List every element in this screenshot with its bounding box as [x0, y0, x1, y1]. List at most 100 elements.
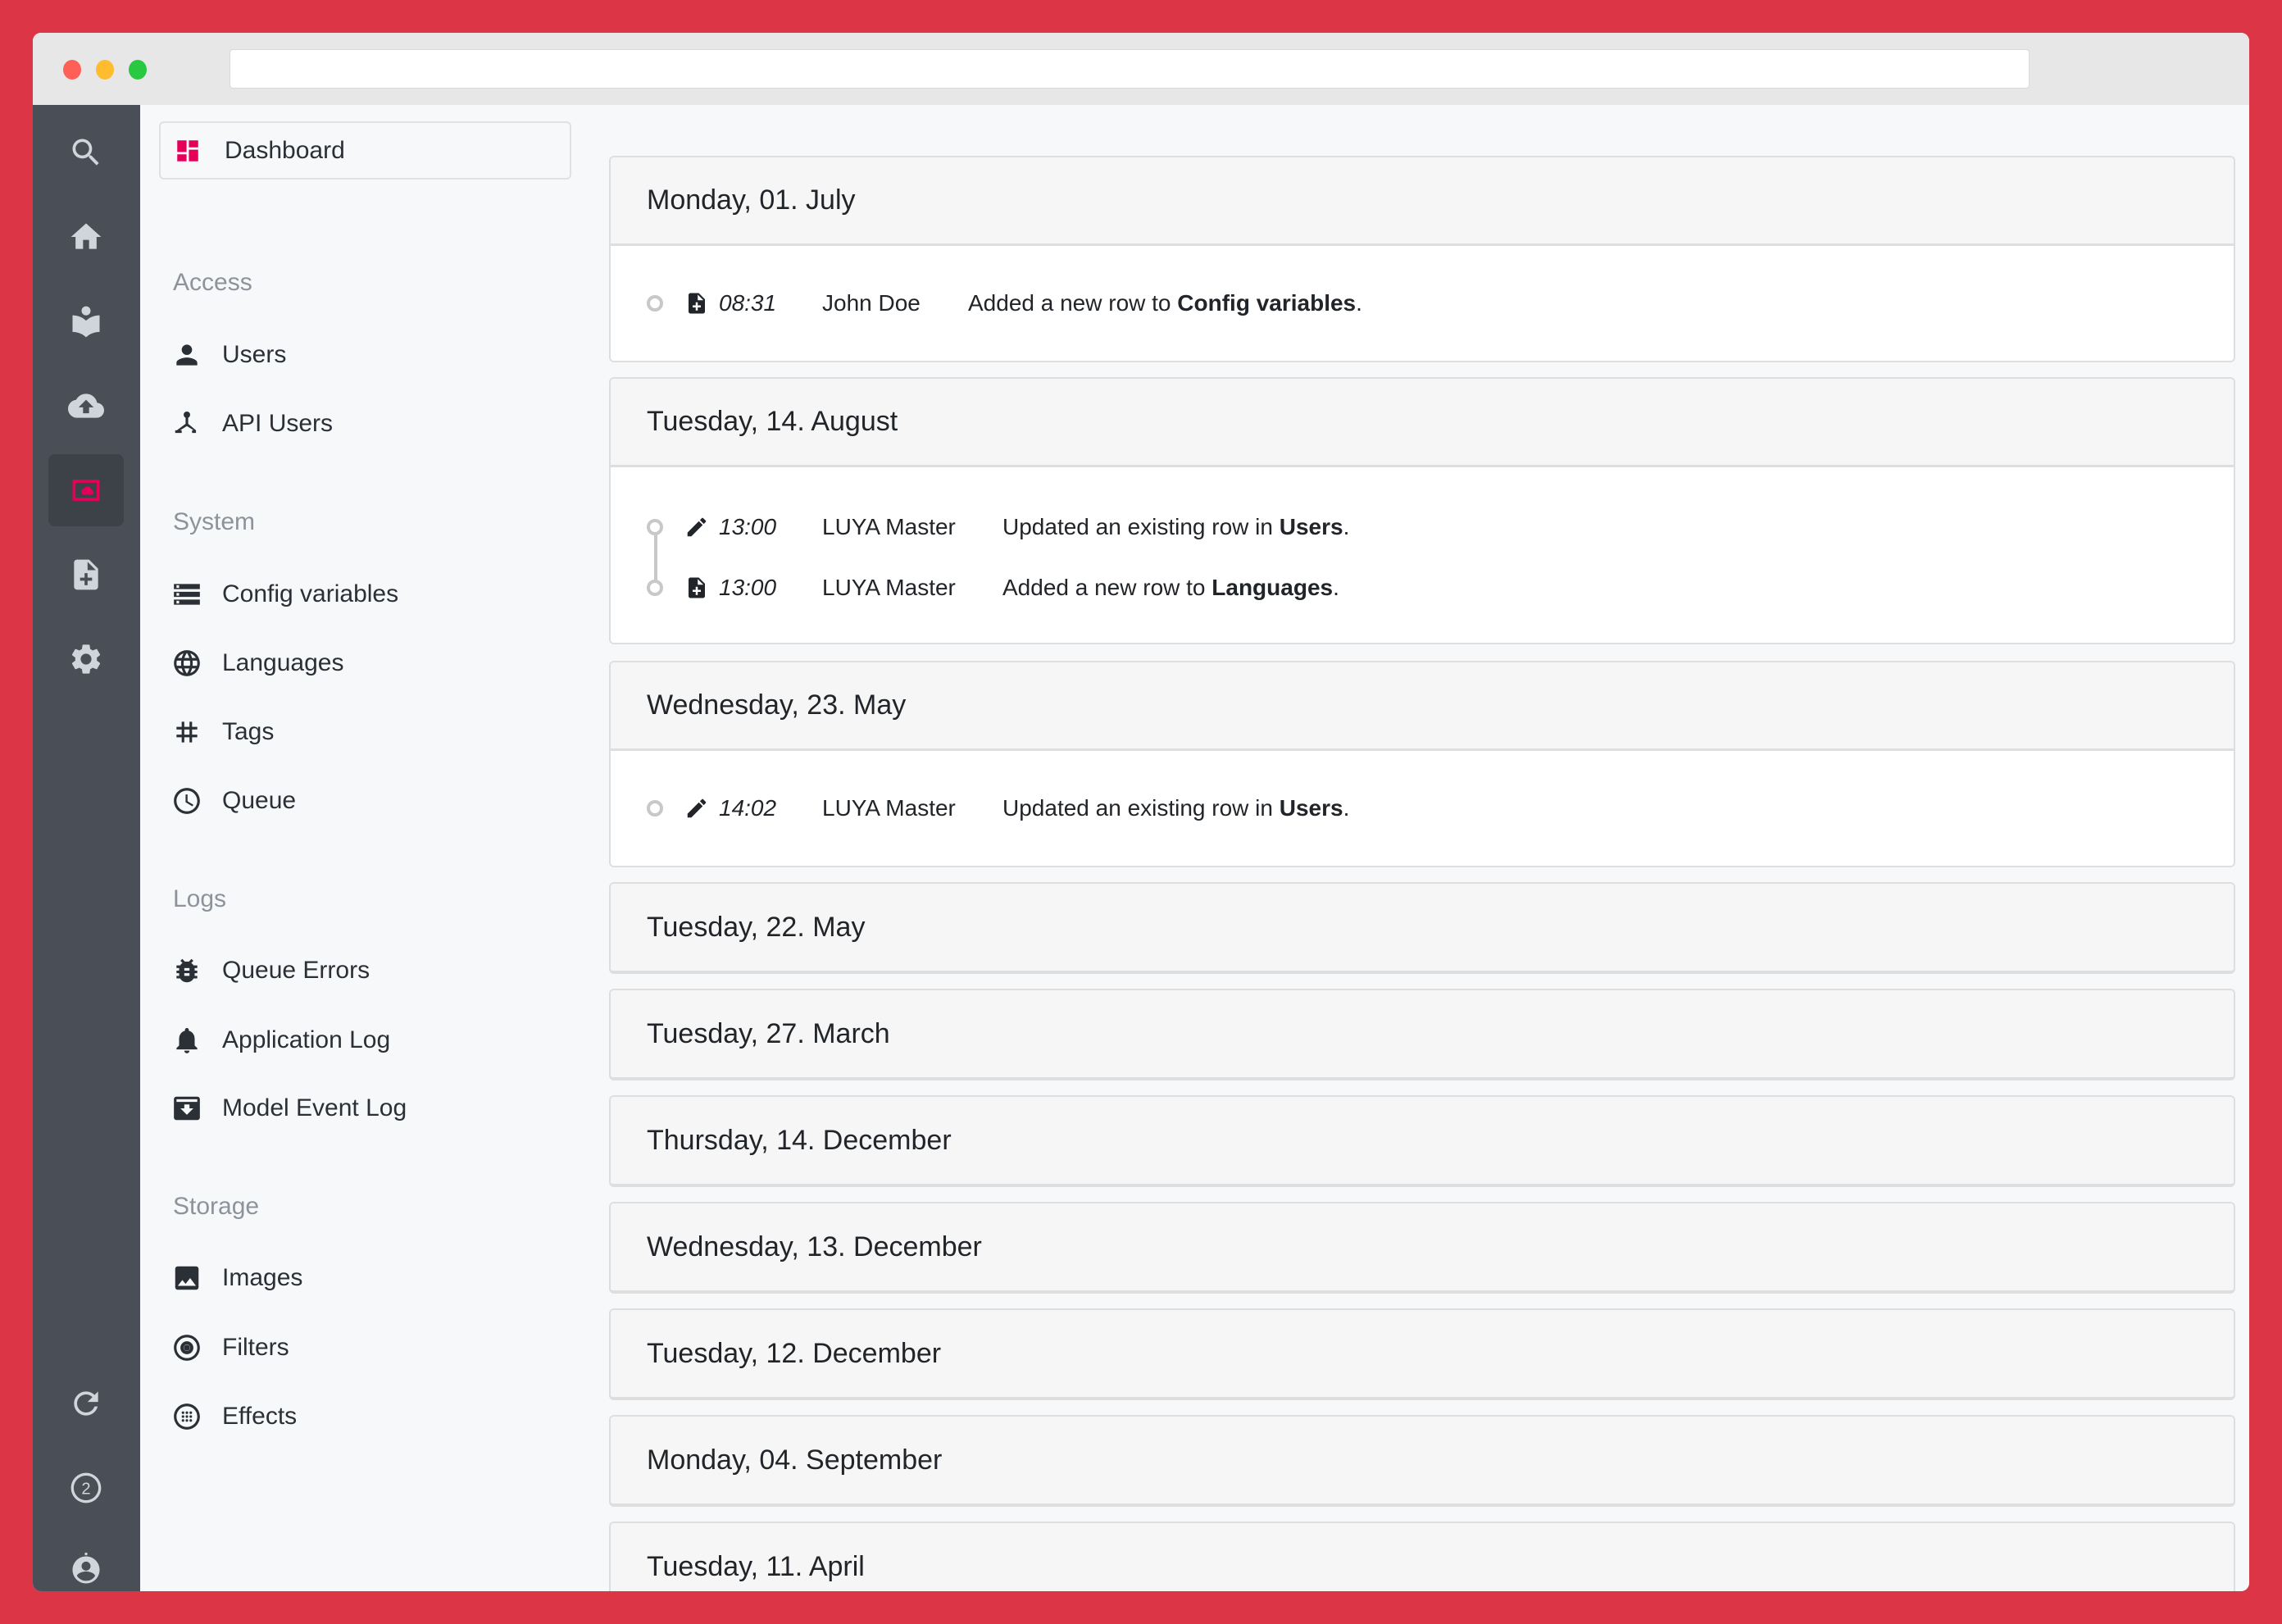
day-title: Tuesday, 14. August [647, 406, 898, 438]
timeline-day-card-collapsed[interactable]: Tuesday, 22. May [609, 882, 2235, 974]
day-header[interactable]: Wednesday, 13. December [611, 1203, 2234, 1290]
list-item: 14:02 LUYA Master Updated an existing ro… [647, 788, 1349, 829]
svg-text:2: 2 [81, 1481, 90, 1499]
entry-action: Updated an existing row in [1002, 514, 1273, 539]
rail-settings[interactable] [48, 623, 124, 695]
entry-action: Added a new row to [1002, 575, 1206, 600]
edit-icon [684, 515, 709, 539]
rail-reader[interactable] [48, 285, 124, 357]
rail-upload[interactable] [48, 370, 124, 442]
sidebar-item-api-users[interactable]: API Users [171, 399, 333, 448]
sidebar-item-tags[interactable]: Tags [171, 707, 274, 757]
module-sidebar: Dashboard Access Users API Users System … [140, 105, 616, 1591]
sidebar-item-label: Application Log [222, 1026, 390, 1054]
sidebar-item-queue[interactable]: Queue [171, 776, 296, 826]
timeline-day-card: Wednesday, 23. May 14:02 LUYA Master Upd… [609, 661, 2235, 867]
timeline-day-card-collapsed[interactable]: Tuesday, 12. December [609, 1308, 2235, 1400]
timeline-day-card-collapsed[interactable]: Thursday, 14. December [609, 1095, 2235, 1187]
rail-home[interactable] [48, 201, 124, 273]
sidebar-item-model-event-log[interactable]: Model Event Log [171, 1084, 407, 1133]
sidebar-item-label: Tags [222, 718, 274, 746]
sidebar-item-label: Languages [222, 649, 343, 677]
timeline-day-card-collapsed[interactable]: Wednesday, 13. December [609, 1202, 2235, 1294]
day-title: Monday, 04. September [647, 1444, 942, 1476]
day-header[interactable]: Tuesday, 27. March [611, 990, 2234, 1077]
day-header[interactable]: Monday, 04. September [611, 1417, 2234, 1503]
sidebar-item-label: Queue [222, 787, 296, 815]
globe-icon [171, 648, 202, 679]
refresh-icon [68, 1385, 104, 1422]
day-title: Monday, 01. July [647, 184, 856, 216]
sidebar-item-label: Model Event Log [222, 1094, 407, 1122]
day-title: Tuesday, 27. March [647, 1018, 890, 1050]
sidebar-item-application-log[interactable]: Application Log [171, 1016, 390, 1065]
dashboard-button[interactable]: Dashboard [159, 121, 571, 180]
sidebar-item-label: Config variables [222, 580, 398, 608]
minimize-window-button[interactable] [96, 60, 114, 80]
bug-icon [171, 955, 202, 986]
sidebar-item-label: API Users [222, 410, 333, 438]
radio-icon [171, 1332, 202, 1363]
sidebar-item-effects[interactable]: Effects [171, 1392, 297, 1441]
day-entries: 13:00 LUYA Master Updated an existing ro… [611, 467, 2234, 643]
timeline-day-card-collapsed[interactable]: Tuesday, 27. March [609, 989, 2235, 1080]
dashboard-icon [174, 137, 202, 165]
section-heading-logs: Logs [173, 885, 226, 913]
rail-account[interactable] [48, 1534, 124, 1591]
sidebar-item-label: Queue Errors [222, 957, 370, 985]
note-add-icon [684, 575, 709, 600]
entry-message: Updated an existing row in Users. [1002, 795, 1349, 821]
rail-storage-active[interactable] [48, 454, 124, 526]
edit-icon [684, 796, 709, 821]
day-header[interactable]: Monday, 01. July [611, 157, 2234, 246]
maximize-window-button[interactable] [129, 60, 147, 80]
entry-time: 08:31 [719, 290, 822, 316]
dashboard-label: Dashboard [225, 137, 345, 165]
user-icon [171, 339, 202, 371]
rail-refresh[interactable] [48, 1367, 124, 1440]
day-entries: 08:31 John Doe Added a new row to Config… [611, 246, 2234, 361]
rail-search[interactable] [48, 116, 124, 189]
day-title: Wednesday, 23. May [647, 689, 906, 721]
notifications-count-icon: 2 [68, 1470, 104, 1506]
file-add-icon [68, 557, 104, 593]
sidebar-item-images[interactable]: Images [171, 1253, 302, 1303]
day-header[interactable]: Tuesday, 14. August [611, 379, 2234, 467]
timeline-day-card-collapsed[interactable]: Tuesday, 11. April [609, 1522, 2235, 1591]
entry-user: LUYA Master [822, 575, 1002, 601]
entry-target: Config variables [1177, 290, 1356, 316]
day-title: Thursday, 14. December [647, 1125, 952, 1157]
entry-time: 13:00 [719, 575, 822, 601]
titlebar [33, 33, 2249, 105]
sidebar-item-languages[interactable]: Languages [171, 639, 343, 688]
image-cloud-icon [68, 472, 104, 508]
day-entries: 14:02 LUYA Master Updated an existing ro… [611, 751, 2234, 866]
day-header[interactable]: Tuesday, 12. December [611, 1310, 2234, 1397]
timeline-day-card-collapsed[interactable]: Monday, 04. September [609, 1415, 2235, 1507]
close-window-button[interactable] [63, 60, 81, 80]
account-icon [68, 1552, 104, 1588]
entry-target: Languages [1211, 575, 1333, 600]
day-header[interactable]: Tuesday, 22. May [611, 884, 2234, 971]
sidebar-item-label: Users [222, 341, 286, 369]
note-add-icon [684, 291, 709, 316]
day-title: Wednesday, 13. December [647, 1231, 982, 1263]
entry-user: LUYA Master [822, 795, 1002, 821]
home-icon [68, 219, 104, 255]
day-header[interactable]: Tuesday, 11. April [611, 1523, 2234, 1591]
sidebar-item-queue-errors[interactable]: Queue Errors [171, 946, 370, 995]
section-heading-access: Access [173, 269, 252, 297]
sidebar-item-config-variables[interactable]: Config variables [171, 570, 398, 619]
day-header[interactable]: Thursday, 14. December [611, 1097, 2234, 1184]
rail-notifications[interactable]: 2 [48, 1452, 124, 1524]
timeline-bullet [647, 800, 663, 817]
sidebar-item-users[interactable]: Users [171, 330, 286, 380]
list-item: 13:00 LUYA Master Updated an existing ro… [647, 507, 1349, 548]
sidebar-item-filters[interactable]: Filters [171, 1323, 289, 1372]
rail-add-page[interactable] [48, 539, 124, 611]
timeline: Monday, 01. July 08:31 John Doe Added a … [609, 105, 2235, 1591]
address-bar[interactable] [230, 49, 2030, 89]
clock-icon [171, 785, 202, 817]
day-header[interactable]: Wednesday, 23. May [611, 662, 2234, 751]
search-icon [68, 134, 104, 171]
